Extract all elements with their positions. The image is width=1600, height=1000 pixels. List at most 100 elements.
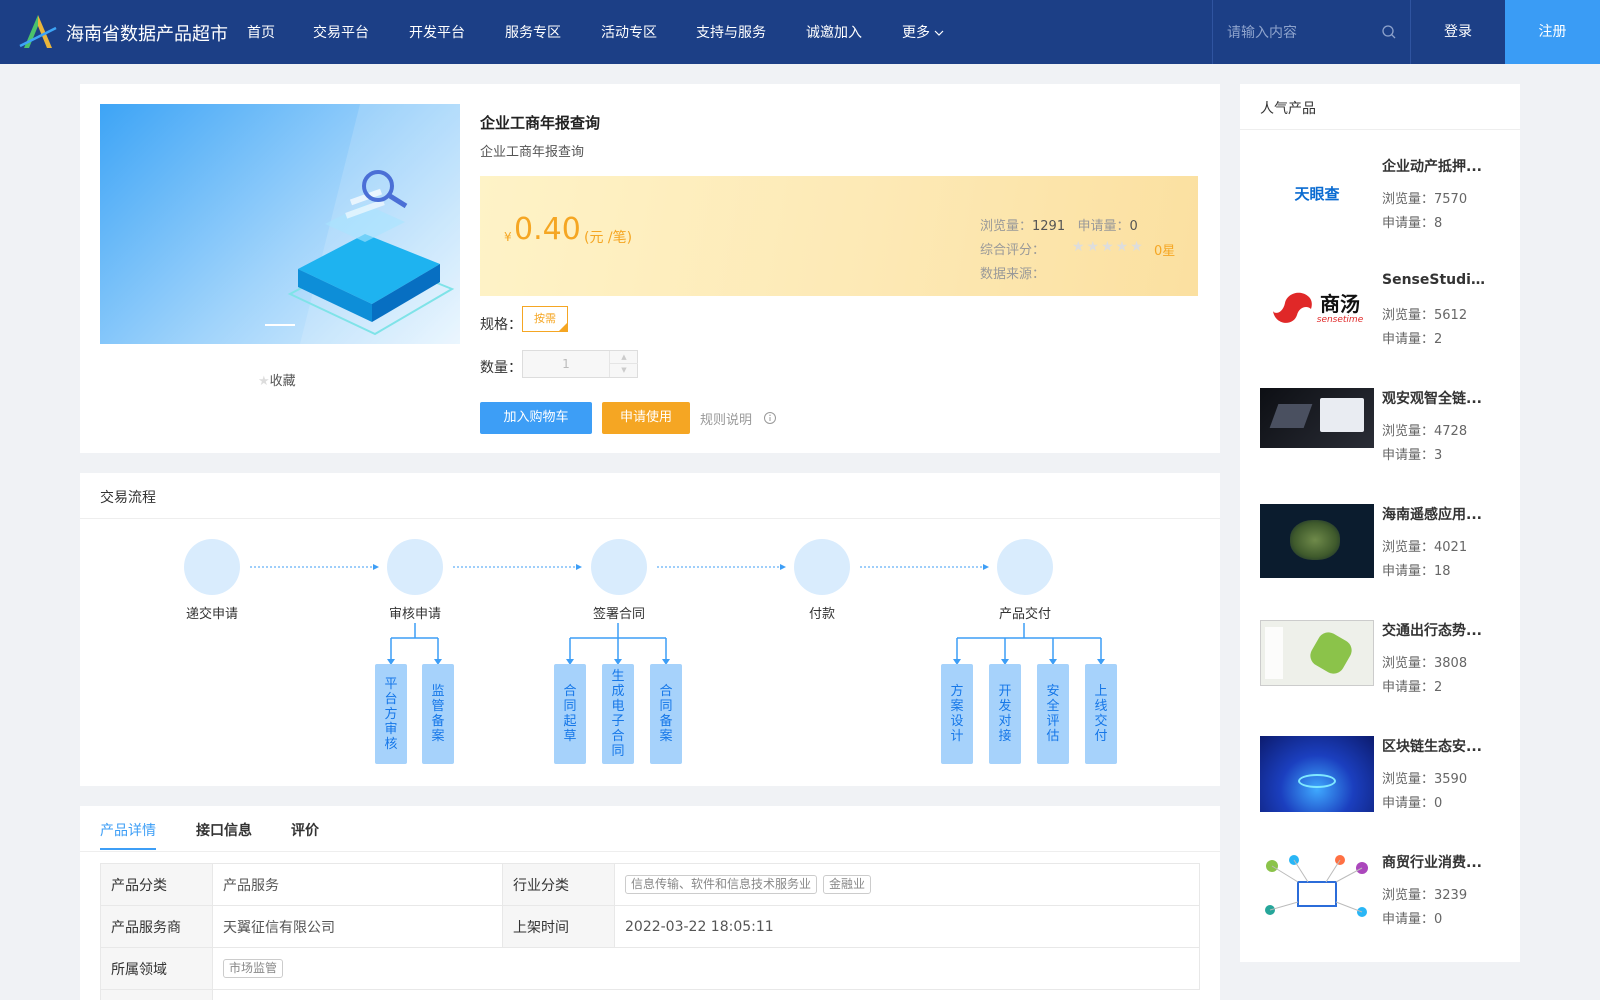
spec-option-ondemand[interactable]: 按需 bbox=[522, 306, 568, 332]
register-button[interactable]: 注册 bbox=[1505, 0, 1600, 64]
search-icon[interactable] bbox=[1381, 24, 1397, 40]
favorite-label: 收藏 bbox=[269, 374, 296, 389]
popular-item[interactable]: 商贸行业消费... 浏览量：3239 申请量：0 bbox=[1260, 852, 1500, 952]
flow-sub-e-contract: 生成电子合同 bbox=[602, 664, 634, 764]
sign-contract-icon bbox=[591, 539, 647, 595]
currency-symbol: ¥ bbox=[504, 230, 512, 244]
table-row bbox=[101, 990, 213, 1000]
rating-label: 综合评分： bbox=[980, 243, 1046, 258]
nav-home[interactable]: 首页 bbox=[247, 22, 275, 42]
popular-item[interactable]: 海南遥感应用... 浏览量：4021 申请量：18 bbox=[1260, 504, 1500, 604]
flow-step-delivery: 产品交付 bbox=[998, 607, 1051, 622]
decrement-icon[interactable]: ▼ bbox=[610, 364, 638, 377]
product-subtitle: 企业工商年报查询 bbox=[480, 145, 585, 160]
views-value: 1291 bbox=[1032, 219, 1066, 234]
quantity-label: 数量： bbox=[480, 360, 522, 376]
nav-develop[interactable]: 开发平台 bbox=[409, 22, 465, 42]
add-to-cart-button[interactable]: 加入购物车 bbox=[480, 402, 592, 434]
applies-value: 0 bbox=[1129, 219, 1138, 234]
popular-item-applies: 申请量：18 bbox=[1382, 564, 1451, 579]
quantity-value[interactable]: 1 bbox=[523, 357, 609, 371]
chevron-down-icon bbox=[935, 30, 944, 36]
value-industry-tags: 信息传输、软件和信息技术服务业 金融业 bbox=[615, 864, 1200, 906]
consumer-network-thumbnail bbox=[1260, 852, 1374, 928]
popular-item[interactable]: 区块链生态安... 浏览量：3590 申请量：0 bbox=[1260, 736, 1500, 836]
flow-step-payment: 付款 bbox=[808, 607, 835, 622]
popular-item-applies: 申请量：2 bbox=[1382, 332, 1443, 347]
popular-item-applies: 申请量：8 bbox=[1382, 216, 1443, 231]
popular-item[interactable]: 交通出行态势... 浏览量：3808 申请量：2 bbox=[1260, 620, 1500, 720]
tab-interface-info[interactable]: 接口信息 bbox=[196, 820, 252, 840]
product-delivery-icon bbox=[997, 539, 1053, 595]
flow-step-contract: 签署合同 bbox=[592, 607, 645, 622]
product-detail-panel: 产品详情 接口信息 评价 产品分类 产品服务 行业分类 信息传输、软件和信息技术… bbox=[80, 806, 1220, 1000]
nav-more-label: 更多 bbox=[902, 25, 930, 41]
popular-item-name: 区块链生态安... bbox=[1382, 739, 1482, 755]
popular-item-views: 浏览量：7570 bbox=[1382, 192, 1468, 207]
security-platform-thumbnail bbox=[1260, 388, 1374, 448]
popular-item[interactable]: 观安观智全链... 浏览量：4728 申请量：3 bbox=[1260, 388, 1500, 488]
favorite-button[interactable]: ★收藏 bbox=[258, 370, 296, 389]
views-stat: 浏览量：1291 申请量：0 bbox=[980, 215, 1138, 234]
label-industry: 行业分类 bbox=[503, 864, 615, 906]
quantity-stepper[interactable]: 1 ▲ ▼ bbox=[522, 350, 638, 378]
login-button[interactable]: 登录 bbox=[1411, 0, 1505, 64]
star-icon: ★ bbox=[258, 374, 270, 389]
logo-icon bbox=[19, 15, 57, 48]
apply-use-button[interactable]: 申请使用 bbox=[602, 402, 690, 434]
brand-title[interactable]: 海南省数据产品超市 bbox=[66, 20, 228, 46]
nav-more[interactable]: 更多 bbox=[902, 22, 944, 42]
flow-sub-platform-review: 平台方审核 bbox=[375, 664, 407, 764]
industry-tag: 金融业 bbox=[823, 875, 872, 894]
popular-item-views: 浏览量：3808 bbox=[1382, 656, 1468, 671]
increment-icon[interactable]: ▲ bbox=[610, 351, 638, 364]
popular-item-name: 观安观智全链... bbox=[1382, 391, 1482, 407]
label-listed-time: 上架时间 bbox=[503, 906, 615, 948]
rating-value: 0星 bbox=[1154, 244, 1176, 259]
hainan-satellite-thumbnail bbox=[1260, 504, 1374, 578]
blockchain-security-thumbnail bbox=[1260, 736, 1374, 812]
tianyancha-logo: 天眼查 bbox=[1260, 156, 1374, 230]
domain-tag: 市场监管 bbox=[223, 959, 284, 978]
sensetime-mark-icon bbox=[1272, 292, 1312, 323]
flow-sub-contract-filing: 合同备案 bbox=[650, 664, 682, 764]
tab-reviews[interactable]: 评价 bbox=[291, 820, 319, 840]
value-product-category: 产品服务 bbox=[213, 864, 503, 906]
divider bbox=[1240, 129, 1520, 130]
payment-icon bbox=[794, 539, 850, 595]
price-value: 0.40 bbox=[514, 212, 581, 247]
flow-sub-go-live: 上线交付 bbox=[1085, 664, 1117, 764]
search-box bbox=[1212, 0, 1411, 64]
nav-join[interactable]: 诚邀加入 bbox=[806, 22, 862, 42]
product-image bbox=[100, 104, 460, 344]
popular-item-views: 浏览量：4021 bbox=[1382, 540, 1468, 555]
popular-item[interactable]: 商汤 sensetime SenseStudio... 浏览量：5612 申请量… bbox=[1260, 272, 1500, 372]
popular-item-views: 浏览量：5612 bbox=[1382, 308, 1468, 323]
nav-trading[interactable]: 交易平台 bbox=[313, 22, 369, 42]
label-product-category: 产品分类 bbox=[101, 864, 213, 906]
logo-text: 天眼查 bbox=[1294, 184, 1340, 203]
rules-link[interactable]: 规则说明 bbox=[700, 409, 752, 428]
active-tab-indicator bbox=[100, 848, 156, 850]
search-input[interactable] bbox=[1227, 22, 1377, 44]
label-domain: 所属领域 bbox=[101, 948, 213, 990]
flow-step-submit: 递交申请 bbox=[185, 607, 238, 622]
popular-item-applies: 申请量：0 bbox=[1382, 796, 1443, 811]
value-provider: 天翼征信有限公司 bbox=[213, 906, 503, 948]
popular-item[interactable]: 天眼查 企业动产抵押... 浏览量：7570 申请量：8 bbox=[1260, 156, 1500, 256]
nav-support[interactable]: 支持与服务 bbox=[696, 22, 766, 42]
flow-sub-contract-draft: 合同起草 bbox=[554, 664, 586, 764]
popular-item-applies: 申请量：0 bbox=[1382, 912, 1443, 927]
popular-item-views: 浏览量：3239 bbox=[1382, 888, 1468, 903]
logo-text: 商汤 bbox=[1320, 292, 1360, 316]
value-listed-time: 2022-03-22 18:05:11 bbox=[615, 906, 1200, 948]
popular-item-views: 浏览量：4728 bbox=[1382, 424, 1468, 439]
product-title: 企业工商年报查询 bbox=[480, 114, 601, 132]
nav-activities[interactable]: 活动专区 bbox=[601, 22, 657, 42]
popular-item-applies: 申请量：2 bbox=[1382, 680, 1443, 695]
nav-services[interactable]: 服务专区 bbox=[505, 22, 561, 42]
data-source-label: 数据来源： bbox=[980, 267, 1046, 282]
popular-item-name: 交通出行态势... bbox=[1382, 623, 1482, 639]
info-icon[interactable] bbox=[763, 411, 777, 425]
tab-product-details[interactable]: 产品详情 bbox=[100, 820, 156, 840]
